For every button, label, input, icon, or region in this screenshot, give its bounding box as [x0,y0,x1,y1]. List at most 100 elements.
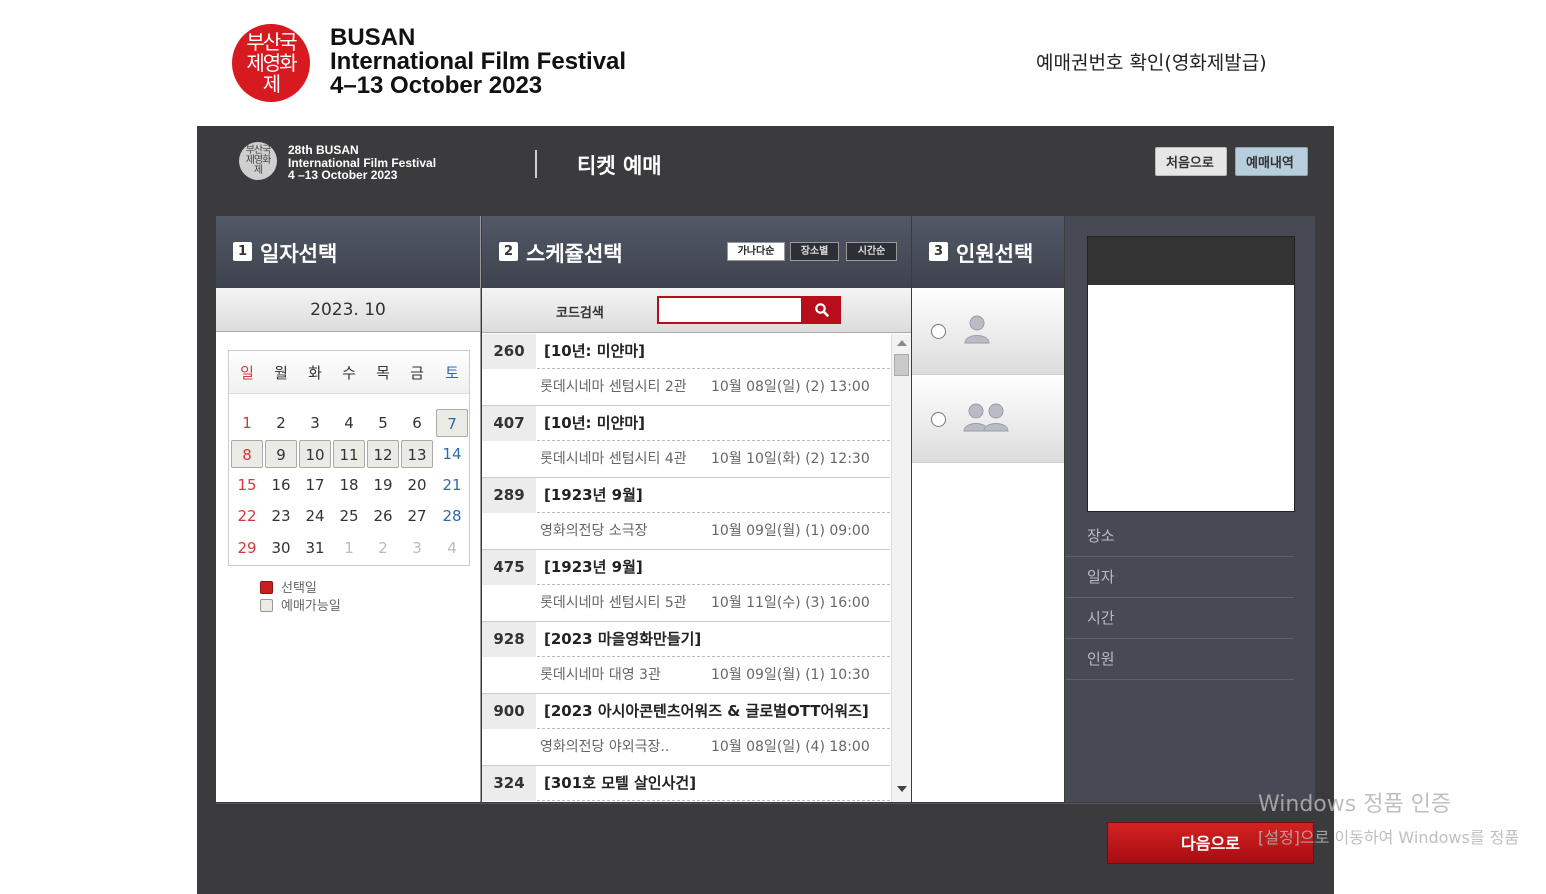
radio-two-people[interactable] [931,412,946,427]
calendar-day: 15 [237,476,257,494]
summary-people: 인원 [1065,639,1315,680]
scroll-thumb[interactable] [894,354,909,376]
schedule-item[interactable]: 324 [301호 모텔 살인사건] [482,766,890,802]
search-icon [815,303,829,317]
calendar-day-available[interactable]: 13 [401,440,433,468]
site-header: 부산국제영화제 BUSAN International Film Festiva… [0,0,1546,126]
sort-by-place-button[interactable]: 장소별 [790,242,839,261]
schedule-code: 928 [482,622,536,657]
step-number: 2 [499,242,518,261]
scroll-down-arrow-icon[interactable] [897,786,907,792]
calendar-day: 24 [305,507,325,525]
festival-line-1: BUSAN [330,24,416,51]
schedule-code: 324 [482,766,536,801]
schedule-scrollbar[interactable] [891,334,911,802]
festival-line-2: International Film Festival [330,48,627,75]
schedule-item[interactable]: 289 [1923년 9월] 영화의전당 소극장 10월 09일(월) (1) 09:… [482,478,890,550]
schedule-venue: 영화의전당 소극장 [540,523,648,539]
search-button[interactable] [803,296,841,324]
booking-frame: 부산국제영화제 28th BUSAN International Film Fe… [197,126,1334,894]
code-search-label: 코드검색 [556,306,604,321]
calendar-weekday-header: 일월화수목금토 [229,351,469,394]
calendar-day: 21 [442,476,462,494]
legend-selected: 선택일 [260,580,341,598]
people-option-one[interactable] [912,288,1064,375]
schedule-datetime: 10월 10일(화) (2) 12:30 [711,451,870,467]
calendar-day: 29 [237,539,257,557]
calendar-legend: 선택일 예매가능일 [260,580,341,616]
schedule-item-header: 324 [301호 모텔 살인사건] [482,766,890,801]
summary-venue: 장소 [1065,516,1315,557]
month-label: 2023. 10 [216,288,480,332]
schedule-item[interactable]: 260 [10년: 미얀마] 롯데시네마 센텀시티 2관 10월 08일(일) (2)… [482,334,890,406]
calendar-day: 2 [276,414,286,432]
watermark-title: Windows 정품 인증 [1258,792,1452,817]
schedule-panel-header: 2 스케쥴선택 가나다순 장소별 시간순 [482,216,911,288]
step-number: 3 [929,242,948,261]
calendar-day-available[interactable]: 9 [265,440,297,468]
schedule-item[interactable]: 900 [2023 아시아콘텐츠어워즈 & 글로벌OTT어워즈] 영화의전당 야외극… [482,694,890,766]
schedule-title: [10년: 미얀마] [544,414,646,432]
schedule-item[interactable]: 407 [10년: 미얀마] 롯데시네마 센텀시티 4관 10월 10일(화) (2)… [482,406,890,478]
schedule-title: [2023 아시아콘텐츠어워즈 & 글로벌OTT어워즈] [544,702,869,720]
calendar-day-available[interactable]: 8 [231,440,263,468]
sort-by-time-button[interactable]: 시간순 [846,242,897,261]
weekday-header: 목 [376,364,390,382]
bottom-action-bar: 다음으로 [216,803,1315,885]
step-title: 스케쥴선택 [526,242,623,266]
schedule-item[interactable]: 928 [2023 마을영화만들기] 롯데시네마 대영 3관 10월 09일(월) (… [482,622,890,694]
schedule-item-header: 900 [2023 아시아콘텐츠어워즈 & 글로벌OTT어워즈] [482,694,890,729]
festival-logo[interactable]: 부산국제영화제 [232,24,310,102]
page-title: 티켓 예매 [577,154,662,178]
calendar-day: 5 [378,414,388,432]
calendar-day: 27 [407,507,427,525]
code-search-input[interactable] [657,296,803,324]
home-button[interactable]: 처음으로 [1155,147,1227,176]
schedule-code: 407 [482,406,536,441]
schedule-code: 900 [482,694,536,729]
poster-header [1088,237,1294,285]
calendar-day: 30 [271,539,291,557]
schedule-title: [10년: 미얀마] [544,342,646,360]
weekday-header: 화 [308,364,322,382]
calendar-day: 17 [305,476,325,494]
frame-logo-line-1: 28th BUSAN [288,143,359,157]
calendar-day: 20 [407,476,427,494]
people-option-two[interactable] [912,376,1064,463]
festival-line-3: 4–13 October 2023 [330,72,543,99]
weekday-header: 월 [274,364,288,382]
schedule-datetime: 10월 08일(일) (2) 13:00 [711,379,870,395]
booking-summary-panel: 장소 일자 시간 인원 [1065,216,1315,802]
watermark-subtitle: [설정]으로 이동하여 Windows를 정품 [1258,828,1520,847]
calendar-day-available[interactable]: 12 [367,440,399,468]
schedule-datetime: 10월 09일(월) (1) 09:00 [711,523,870,539]
calendar-day-available[interactable]: 11 [333,440,365,468]
legend-selected-label: 선택일 [281,581,317,596]
schedule-code: 475 [482,550,536,585]
schedule-datetime: 10월 11일(수) (3) 16:00 [711,595,870,611]
schedule-selection-panel: 2 스케쥴선택 가나다순 장소별 시간순 코드검색 260 [10년: 미얀마] 롯… [482,216,911,802]
movie-poster [1087,236,1295,512]
weekday-header: 토 [445,364,459,382]
calendar-day: 4 [344,414,354,432]
calendar-day: 16 [271,476,291,494]
calendar-day-available[interactable]: 7 [436,409,468,437]
sort-by-name-button[interactable]: 가나다순 [727,242,785,261]
weekday-header: 금 [410,364,424,382]
festival-name: BUSAN International Film Festival 4–13 O… [330,26,626,98]
windows-activation-watermark: Windows 정품 인증 [설정]으로 이동하여 Windows를 정품 [1258,786,1519,848]
schedule-item[interactable]: 475 [1923년 9월] 롯데시네마 센텀시티 5관 10월 11일(수) (3)… [482,550,890,622]
frame-logo: 부산국제영화제 [239,142,277,180]
calendar-day-available[interactable]: 10 [299,440,331,468]
date-selection-panel: 1 일자선택 2023. 10 일월화수목금토 1 2 3 4 5 6 7 8 9 10 11 12 1… [216,216,481,802]
calendar-day: 28 [442,507,462,525]
booking-history-button[interactable]: 예매내역 [1235,147,1308,176]
step-title: 일자선택 [260,242,338,266]
calendar-day: 3 [310,414,320,432]
schedule-datetime: 10월 09일(월) (1) 10:30 [711,667,870,683]
radio-one-person[interactable] [931,324,946,339]
weekday-header: 수 [342,364,356,382]
ticket-number-check-link[interactable]: 예매권번호 확인(영화제발급) [1036,48,1267,75]
calendar-day: 14 [442,445,462,463]
scroll-up-arrow-icon[interactable] [897,340,907,346]
